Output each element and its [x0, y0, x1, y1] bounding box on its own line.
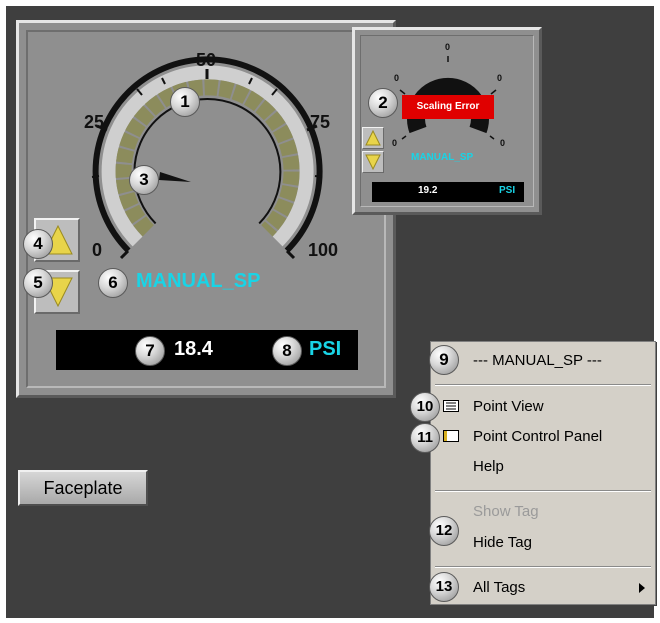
callout-11: 11	[410, 423, 440, 453]
callout-12: 12	[429, 516, 459, 546]
scale-label-100: 100	[308, 240, 339, 260]
gauge-needle	[159, 172, 191, 182]
small-tag-name-label: MANUAL_SP	[411, 152, 474, 163]
menu-header: --- MANUAL_SP ---	[473, 352, 602, 369]
small-value-readout: 19.2 PSI	[372, 182, 524, 202]
value-readout: 18.4 PSI	[56, 330, 358, 370]
menu-item-help[interactable]: Help	[473, 458, 504, 475]
callout-3: 3	[129, 165, 159, 195]
value-text: 18.4	[174, 338, 213, 360]
menu-item-hide-tag[interactable]: Hide Tag	[473, 534, 532, 551]
callout-9: 9	[429, 345, 459, 375]
callout-7: 7	[135, 336, 165, 366]
up-arrow-icon	[365, 129, 381, 146]
scale-label-25: 25	[84, 112, 105, 132]
menu-item-label: All Tags	[473, 579, 526, 596]
callout-5: 5	[23, 268, 53, 298]
small-value-text: 19.2	[418, 185, 438, 196]
small-scale-label-min: 0	[392, 138, 398, 148]
menu-separator	[435, 490, 651, 492]
menu-item-show-tag: Show Tag	[473, 503, 539, 520]
menu-separator	[435, 566, 651, 568]
scale-label-50: 50	[196, 50, 217, 70]
scaling-error-badge: Scaling Error	[402, 95, 494, 119]
submenu-arrow-icon	[639, 583, 645, 593]
gauge-segment-ring	[115, 79, 300, 237]
gauge-inner-arc	[133, 98, 282, 225]
callout-1: 1	[170, 87, 200, 117]
small-scale-label-q1: 0	[394, 73, 400, 83]
scale-label-75: 75	[310, 112, 331, 132]
small-increase-button[interactable]	[362, 127, 384, 149]
down-arrow-icon	[365, 154, 381, 171]
small-scale-label-mid: 0	[445, 42, 451, 52]
callout-8: 8	[272, 336, 302, 366]
faceplate-button[interactable]: Faceplate	[18, 470, 148, 506]
callout-13: 13	[429, 572, 459, 602]
tag-name-label: MANUAL_SP	[136, 270, 261, 292]
callout-6: 6	[98, 268, 128, 298]
small-scale-label-q3: 0	[497, 73, 503, 83]
point-view-icon	[443, 400, 459, 412]
menu-item-label: Point View	[473, 398, 544, 415]
context-menu: --- MANUAL_SP --- Point View Point Contr…	[430, 341, 656, 605]
menu-separator	[435, 384, 651, 386]
small-unit-text: PSI	[499, 185, 516, 196]
callout-4: 4	[23, 229, 53, 259]
callout-10: 10	[410, 392, 440, 422]
control-panel-icon	[443, 430, 459, 442]
callout-2: 2	[368, 88, 398, 118]
menu-item-label: Point Control Panel	[473, 428, 603, 445]
scale-label-0: 0	[92, 240, 103, 260]
small-decrease-button[interactable]	[362, 151, 384, 173]
small-scale-label-max: 0	[500, 138, 506, 148]
unit-text: PSI	[309, 338, 342, 360]
